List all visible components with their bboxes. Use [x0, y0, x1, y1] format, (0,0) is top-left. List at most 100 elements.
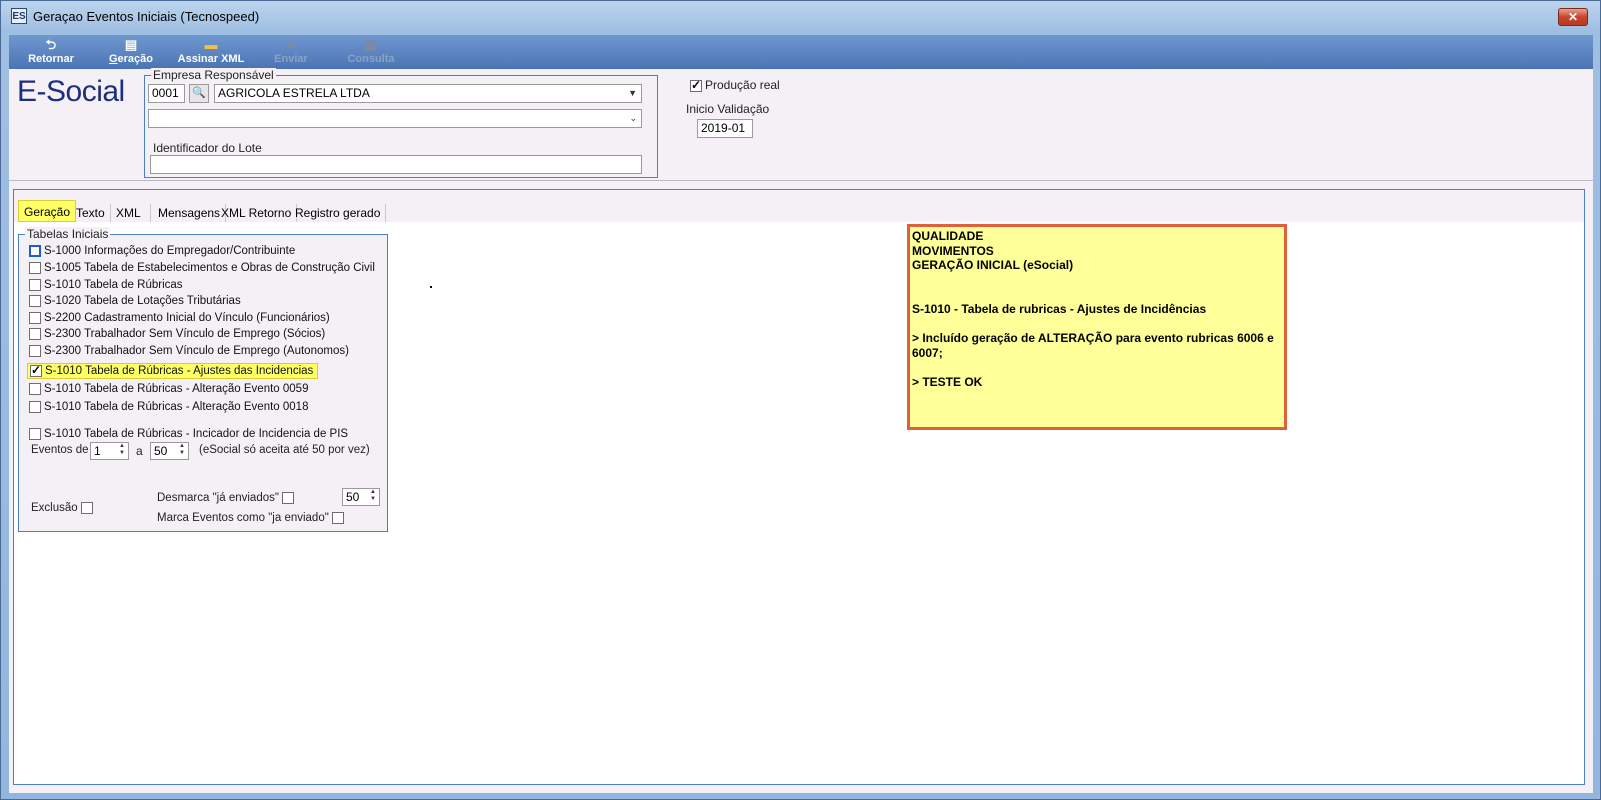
geracao-button[interactable]: ▤ Geração — [91, 35, 171, 69]
assinar-xml-label: Assinar XML — [177, 53, 245, 65]
eventos-from-value: 1 — [94, 444, 101, 458]
empresa-legend: Empresa Responsável — [151, 68, 276, 82]
list-item[interactable]: S-2200 Cadastramento Inicial do Vínculo … — [29, 312, 330, 324]
identificador-label: Identificador do Lote — [153, 141, 262, 155]
empresa-name-value: AGRICOLA ESTRELA LTDA — [218, 86, 370, 100]
eventos-from-stepper[interactable]: 1 ▲ ▼ — [90, 442, 129, 460]
checkbox-icon[interactable] — [29, 328, 41, 340]
checkbox-icon[interactable] — [30, 363, 42, 377]
dropdown-arrow-icon[interactable]: ▼ — [628, 85, 637, 102]
note-line: > Incluído geração de ALTERAÇÃO para eve… — [912, 331, 1278, 360]
note-line: S-1010 - Tabela de rubricas - Ajustes de… — [912, 301, 1207, 316]
tab-xml[interactable]: XML — [111, 204, 151, 222]
checkbox-icon[interactable] — [29, 295, 41, 307]
item-label: S-2300 Trabalhador Sem Vínculo de Empreg… — [44, 345, 349, 358]
list-item-highlighted[interactable]: S-1010 Tabela de Rúbricas - Ajustes das … — [27, 363, 319, 380]
spin-arrows-icon[interactable]: ▲ ▼ — [368, 489, 378, 503]
eventos-note: (eSocial só aceita até 50 por vez) — [199, 444, 370, 456]
producao-real-checkbox[interactable]: Produção real — [690, 78, 780, 92]
checkbox-icon[interactable] — [29, 345, 41, 357]
document-icon: ▤ — [124, 37, 138, 52]
empresa-group: Empresa Responsável 0001 🔍 AGRICOLA ESTR… — [144, 68, 658, 178]
note-line — [912, 273, 1282, 288]
consulta-button[interactable]: ▦ Consulta — [331, 35, 411, 69]
search-icon[interactable]: 🔍 — [189, 84, 209, 103]
item-label: S-1020 Tabela de Lotações Tributárias — [44, 295, 241, 308]
item-label: S-1000 Informações do Empregador/Contrib… — [44, 245, 296, 258]
toolbar: ⮌ Retornar ▤ Geração ▬ Assinar XML ■ Env… — [9, 35, 1593, 69]
checkbox-icon[interactable] — [29, 245, 41, 257]
item-label: S-1010 Tabela de Rúbricas - Ajustes das … — [45, 365, 314, 378]
checkbox-icon[interactable] — [282, 492, 295, 504]
identificador-input[interactable] — [150, 155, 642, 174]
list-item[interactable]: S-1020 Tabela de Lotações Tributárias — [29, 295, 241, 307]
list-item[interactable]: S-1005 Tabela de Estabelecimentos e Obra… — [29, 262, 375, 274]
enviar-label: Enviar — [274, 53, 308, 65]
desmarca-checkbox[interactable]: Desmarca "já enviados" — [157, 492, 297, 504]
grid-icon: ▦ — [364, 37, 378, 52]
folder-search-icon: ▬ — [204, 37, 218, 52]
checkbox-icon[interactable] — [332, 512, 345, 524]
checkbox-icon[interactable] — [29, 383, 41, 395]
list-item[interactable]: S-1010 Tabela de Rúbricas - Incicador de… — [29, 428, 348, 440]
spin-arrows-icon[interactable]: ▲ ▼ — [177, 443, 187, 457]
list-item[interactable]: S-1010 Tabela de Rúbricas - Alteração Ev… — [29, 383, 308, 395]
tab-texto[interactable]: Texto — [71, 204, 111, 222]
list-item[interactable]: S-1010 Tabela de Rúbricas — [29, 279, 183, 291]
eventos-to-value: 50 — [154, 444, 168, 458]
item-label: S-1005 Tabela de Estabelecimentos e Obra… — [44, 262, 375, 275]
assinar-xml-button[interactable]: ▬ Assinar XML — [171, 35, 251, 69]
inicio-validacao-label: Inicio Validação — [686, 102, 770, 116]
checkbox-icon[interactable] — [690, 78, 702, 92]
list-item[interactable]: S-2300 Trabalhador Sem Vínculo de Empreg… — [29, 345, 349, 357]
list-item[interactable]: S-1000 Informações do Empregador/Contrib… — [29, 245, 295, 257]
note-line: QUALIDADE — [912, 229, 984, 243]
desmarca-label: Desmarca "já enviados" — [157, 492, 279, 505]
spin-arrows-icon[interactable]: ▲ ▼ — [117, 443, 127, 457]
item-label: S-1010 Tabela de Rúbricas - Alteração Ev… — [44, 383, 309, 396]
stray-dot — [430, 286, 432, 288]
tab-strip: Geração Texto XML Mensagens XML Retorno … — [14, 190, 1584, 222]
checkbox-icon[interactable] — [29, 312, 41, 324]
exclusao-label: Exclusão — [31, 502, 78, 515]
secondary-combo[interactable]: ⌄ — [148, 109, 642, 128]
note-line: GERAÇÃO INICIAL (eSocial) — [912, 258, 1074, 273]
checkbox-icon[interactable] — [29, 279, 41, 291]
eventos-sep-label: a — [136, 444, 143, 458]
tab-registro-gerado[interactable]: Registro gerado — [290, 204, 387, 222]
close-button[interactable]: ✕ — [1558, 8, 1588, 26]
geracao-tab-content: Tabelas Iniciais S-1000 Informações do E… — [14, 222, 1584, 784]
chevron-down-icon[interactable]: ⌄ — [629, 110, 637, 127]
inicio-validacao-field[interactable]: 2019-01 — [697, 119, 753, 138]
window-title: Geraçao Eventos Iniciais (Tecnospeed) — [33, 8, 260, 24]
esocial-logo: E-Social — [17, 75, 125, 108]
empresa-name-combo[interactable]: AGRICOLA ESTRELA LTDA ▼ — [214, 84, 642, 103]
desmarca-count-value: 50 — [346, 490, 360, 504]
eventos-to-stepper[interactable]: 50 ▲ ▼ — [150, 442, 189, 460]
checkbox-icon[interactable] — [29, 262, 41, 274]
list-item[interactable]: S-1010 Tabela de Rúbricas - Alteração Ev… — [29, 401, 308, 413]
tabelas-iniciais-group: Tabelas Iniciais S-1000 Informações do E… — [18, 227, 388, 532]
list-item[interactable]: S-2300 Trabalhador Sem Vínculo de Empreg… — [29, 328, 325, 340]
checkbox-icon[interactable] — [29, 401, 41, 413]
exclusao-checkbox[interactable]: Exclusão — [31, 502, 96, 514]
note-line: MOVIMENTOS — [912, 243, 994, 258]
title-bar: ES Geraçao Eventos Iniciais (Tecnospeed)… — [1, 1, 1600, 31]
checkbox-icon[interactable] — [29, 428, 41, 440]
tab-geracao[interactable]: Geração — [18, 200, 77, 222]
empresa-code-field[interactable]: 0001 — [148, 84, 185, 103]
checkbox-icon[interactable] — [80, 502, 93, 514]
retornar-button[interactable]: ⮌ Retornar — [11, 35, 91, 69]
marca-enviado-checkbox[interactable]: Marca Eventos como "ja enviado" — [157, 512, 347, 524]
main-area: Geração Texto XML Mensagens XML Retorno … — [9, 181, 1593, 793]
item-label: S-2300 Trabalhador Sem Vínculo de Empreg… — [44, 328, 326, 341]
tabelas-legend: Tabelas Iniciais — [25, 227, 111, 241]
geracao-label: Geração — [108, 53, 154, 65]
producao-real-label: Produção real — [705, 78, 780, 92]
retornar-label: Retornar — [28, 53, 74, 65]
desmarca-count-stepper[interactable]: 50 ▲ ▼ — [342, 488, 380, 506]
marca-enviado-label: Marca Eventos como "ja enviado" — [157, 512, 329, 525]
note-line — [912, 317, 1282, 332]
tab-xml-retorno[interactable]: XML Retorno — [216, 204, 298, 222]
enviar-button[interactable]: ■ Enviar — [251, 35, 331, 69]
